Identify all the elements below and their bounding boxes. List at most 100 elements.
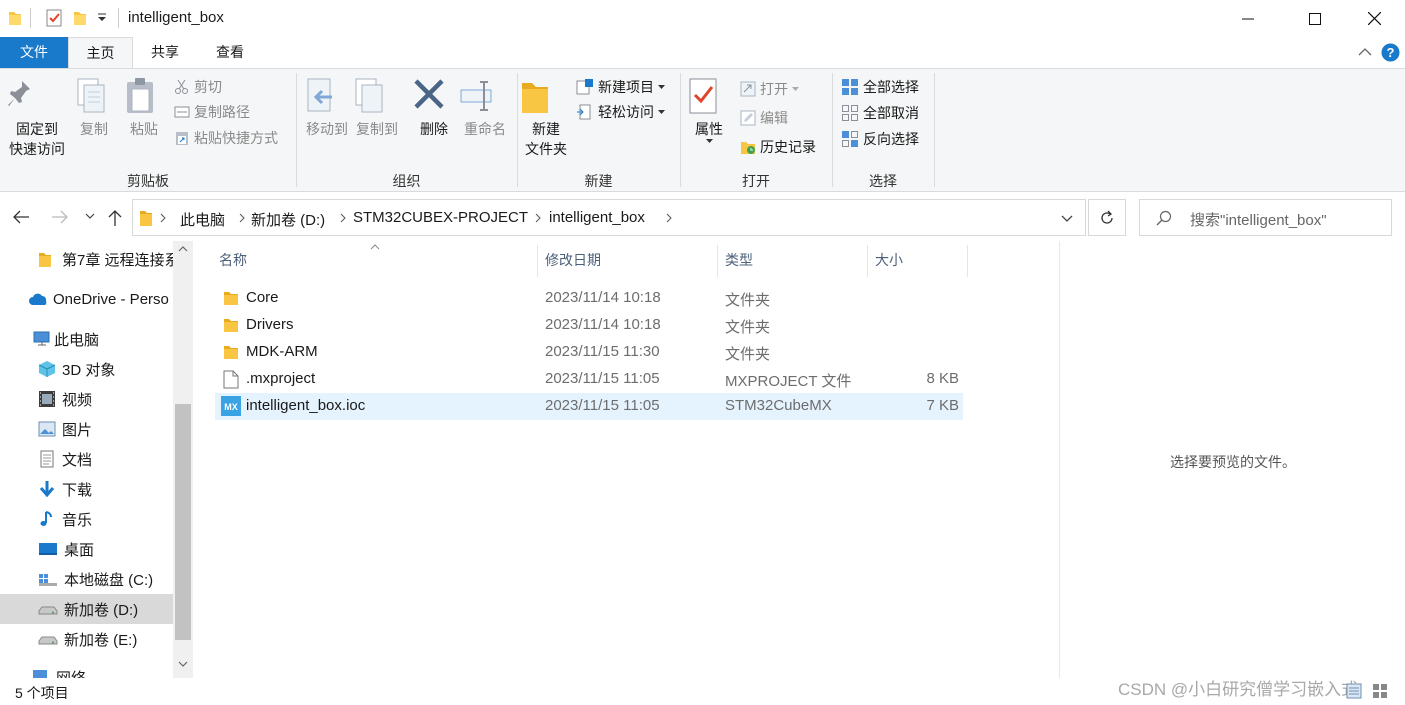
scroll-up-icon[interactable]: [178, 245, 188, 252]
ribbon-tabs: 文件 主页 共享 查看 ?: [0, 37, 1405, 69]
scroll-down-icon[interactable]: [178, 661, 188, 668]
select-none-button[interactable]: 全部取消: [841, 103, 919, 123]
3d-objects-icon: [38, 360, 56, 378]
nav-item-downloads[interactable]: 下载: [0, 474, 173, 504]
folder-icon: [223, 344, 239, 360]
rename-button[interactable]: 重命名: [458, 77, 512, 139]
nav-item-3d-objects[interactable]: 3D 对象: [0, 354, 173, 384]
network-icon: [30, 669, 50, 678]
new-item-button[interactable]: 新建项目: [576, 77, 665, 97]
dropdown-arrow-icon: [658, 84, 665, 90]
nav-item-chapter7[interactable]: 第7章 远程连接系: [0, 244, 180, 274]
breadcrumb-this-pc[interactable]: 此电脑: [180, 209, 225, 230]
nav-item-videos[interactable]: 视频: [0, 384, 173, 414]
nav-pane-scrollbar[interactable]: [173, 241, 193, 678]
scrollbar-thumb[interactable]: [175, 404, 191, 640]
details-view-icon[interactable]: [1346, 683, 1362, 699]
select-none-icon: [841, 104, 859, 122]
tab-home[interactable]: 主页: [68, 37, 133, 69]
table-row[interactable]: Core 2023/11/14 10:18 文件夹: [215, 285, 963, 312]
folder-icon: [8, 10, 22, 26]
new-item-icon: [576, 79, 594, 95]
new-folder-button[interactable]: 新建 文件夹: [520, 77, 572, 159]
file-type: 文件夹: [725, 292, 771, 309]
copy-path-icon: [174, 104, 190, 120]
new-folder-quick-icon[interactable]: [73, 10, 87, 26]
nav-item-pictures[interactable]: 图片: [0, 414, 173, 444]
tab-file[interactable]: 文件: [0, 37, 68, 68]
open-icon: [740, 81, 756, 97]
recent-locations-icon[interactable]: [85, 213, 95, 220]
nav-item-desktop[interactable]: 桌面: [0, 534, 173, 564]
nav-item-documents[interactable]: 文档: [0, 444, 173, 474]
cut-button[interactable]: 剪切: [174, 77, 222, 97]
forward-arrow-icon[interactable]: [51, 209, 69, 225]
minimize-button[interactable]: [1225, 0, 1271, 37]
breadcrumb-chevron-icon[interactable]: [535, 213, 541, 223]
copy-path-button[interactable]: 复制路径: [174, 102, 250, 122]
nav-item-this-pc[interactable]: 此电脑: [0, 324, 173, 354]
onedrive-icon: [28, 292, 48, 306]
column-header-size[interactable]: 大小: [875, 241, 903, 279]
help-icon[interactable]: ?: [1381, 43, 1400, 62]
copy-button[interactable]: 复制: [74, 77, 114, 139]
move-to-button[interactable]: 移动到: [302, 77, 352, 139]
nav-item-drive-c[interactable]: 本地磁盘 (C:): [0, 564, 173, 594]
nav-item-music[interactable]: 音乐: [0, 504, 173, 534]
move-to-label: 移动到: [306, 121, 348, 137]
invert-selection-button[interactable]: 反向选择: [841, 129, 919, 149]
nav-item-network[interactable]: 网络: [0, 662, 173, 678]
column-header-name[interactable]: 名称: [219, 241, 247, 279]
close-button[interactable]: [1351, 0, 1397, 37]
pin-to-quick-access-button[interactable]: 固定到 快速访问: [4, 77, 70, 159]
refresh-button[interactable]: [1088, 199, 1126, 236]
breadcrumb-current-folder[interactable]: intelligent_box: [549, 209, 645, 226]
close-icon: [1367, 12, 1381, 25]
collapse-ribbon-icon[interactable]: [1358, 47, 1372, 57]
column-header-date[interactable]: 修改日期: [545, 241, 601, 279]
nav-item-drive-d[interactable]: 新加卷 (D:): [0, 594, 173, 624]
breadcrumb-chevron-icon[interactable]: [666, 213, 672, 223]
history-button[interactable]: 历史记录: [740, 137, 816, 157]
drive-icon: [38, 602, 58, 616]
customize-quick-access-icon[interactable]: [97, 12, 107, 24]
large-icons-view-icon[interactable]: [1372, 683, 1388, 699]
tab-share[interactable]: 共享: [133, 37, 197, 68]
pc-icon: [32, 331, 50, 347]
table-row[interactable]: Drivers 2023/11/14 10:18 文件夹: [215, 312, 963, 339]
table-row[interactable]: MX intelligent_box.ioc 2023/11/15 11:05 …: [215, 393, 963, 420]
up-arrow-icon[interactable]: [107, 209, 123, 227]
breadcrumb-chevron-icon[interactable]: [239, 213, 245, 223]
maximize-button[interactable]: [1292, 0, 1338, 37]
new-folder-icon: [520, 77, 572, 115]
nav-item-onedrive[interactable]: OneDrive - Perso: [0, 284, 173, 314]
table-row[interactable]: MDK-ARM 2023/11/15 11:30 文件夹: [215, 339, 963, 366]
column-header-type[interactable]: 类型: [725, 241, 753, 279]
back-arrow-icon[interactable]: [12, 209, 30, 225]
copy-to-button[interactable]: 复制到: [352, 77, 402, 139]
properties-quick-icon[interactable]: [46, 9, 62, 27]
open-button[interactable]: 打开: [740, 79, 799, 99]
properties-button[interactable]: 属性: [688, 77, 730, 144]
breadcrumb-chevron-icon[interactable]: [160, 213, 166, 223]
tab-view[interactable]: 查看: [197, 37, 263, 68]
select-all-button[interactable]: 全部选择: [841, 77, 919, 97]
search-box[interactable]: 搜索"intelligent_box": [1139, 199, 1392, 236]
address-history-dropdown-icon[interactable]: [1061, 215, 1073, 223]
easy-access-button[interactable]: 轻松访问: [576, 102, 665, 122]
file-type: STM32CubeMX: [725, 397, 832, 414]
nav-item-drive-e[interactable]: 新加卷 (E:): [0, 624, 173, 654]
address-bar[interactable]: 此电脑 新加卷 (D:) STM32CUBEX-PROJECT intellig…: [132, 199, 1086, 236]
breadcrumb-drive-d[interactable]: 新加卷 (D:): [251, 209, 325, 230]
edit-button[interactable]: 编辑: [740, 108, 788, 128]
paste-button[interactable]: 粘贴: [124, 77, 164, 139]
group-separator: [832, 73, 833, 187]
pictures-icon: [38, 421, 56, 437]
download-icon: [38, 480, 56, 498]
breadcrumb-chevron-icon[interactable]: [340, 213, 346, 223]
breadcrumb-project[interactable]: STM32CUBEX-PROJECT: [353, 209, 528, 226]
file-date: 2023/11/14 10:18: [545, 289, 661, 306]
delete-button[interactable]: 删除: [412, 77, 456, 139]
paste-shortcut-button[interactable]: 粘贴快捷方式: [174, 128, 278, 148]
table-row[interactable]: .mxproject 2023/11/15 11:05 MXPROJECT 文件…: [215, 366, 963, 393]
